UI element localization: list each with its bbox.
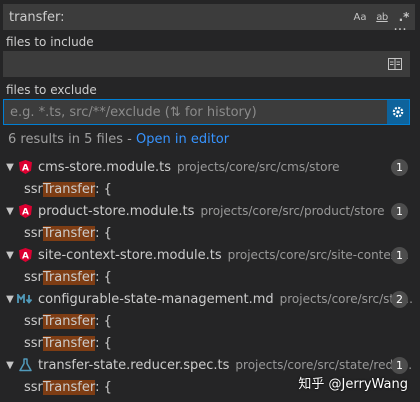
match-suffix: : { [95,269,112,285]
match-highlight: Transfer [42,313,96,329]
match-highlight: Transfer [42,181,96,197]
angular-icon: A [17,203,33,219]
angular-icon: A [17,247,33,263]
match-count-badge: 1 [391,357,408,374]
search-query[interactable]: transfer: [3,10,349,25]
chevron-down-icon[interactable]: ▼ [4,162,16,173]
whole-word-toggle[interactable]: ab [371,6,393,28]
gear-icon[interactable] [387,100,409,124]
results-tree: ▼ A cms-store.module.ts projects/core/sr… [0,156,420,398]
file-name: product-store.module.ts [38,203,195,219]
flask-icon [17,357,33,373]
book-icon[interactable] [384,54,406,74]
match-prefix: ssr [24,269,43,285]
match-count-badge: 2 [391,291,408,308]
results-count-text: 6 results in 5 files - [8,132,137,147]
svg-text:A: A [22,208,29,218]
results-summary: 6 results in 5 files - Open in editor [8,132,229,147]
file-path: projects/core/src/product/store [200,204,385,218]
match-count-badge: 1 [391,159,408,176]
match-suffix: : { [95,225,112,241]
match-suffix: : { [95,335,112,351]
match-suffix: : { [95,181,112,197]
file-result[interactable]: ▼ A cms-store.module.ts projects/core/sr… [0,156,420,178]
file-path: projects/core/src/state/redu... [235,358,413,372]
file-result[interactable]: ▼ configurable-state-management.md proje… [0,288,420,310]
chevron-down-icon[interactable]: ▼ [4,294,16,305]
match-count-badge: 1 [391,247,408,264]
match-line[interactable]: ssr Transfer: { [0,178,420,200]
open-in-editor-link[interactable]: Open in editor [136,132,229,147]
match-line[interactable]: ssr Transfer: { [0,332,420,354]
file-name: configurable-state-management.md [38,291,274,307]
file-path: projects/core/src/site-contex... [227,248,410,262]
match-highlight: Transfer [42,379,96,395]
watermark: 知乎 @JerryWang [298,377,408,392]
match-highlight: Transfer [42,225,96,241]
file-name: cms-store.module.ts [38,159,172,175]
svg-text:A: A [22,252,29,262]
search-input[interactable]: transfer: Aa ab .* [3,4,415,30]
chevron-down-icon[interactable]: ▼ [4,250,16,261]
markdown-icon [17,291,33,307]
file-name: site-context-store.module.ts [38,247,222,263]
match-prefix: ssr [24,335,43,351]
file-result[interactable]: ▼ A product-store.module.ts projects/cor… [0,200,420,222]
match-count-badge: 1 [391,203,408,220]
file-name: transfer-state.reducer.spec.ts [38,357,230,373]
match-prefix: ssr [24,225,43,241]
match-case-toggle[interactable]: Aa [349,6,371,28]
include-label: files to include [6,35,94,49]
angular-icon: A [17,159,33,175]
file-result[interactable]: ▼ A site-context-store.module.ts project… [0,244,420,266]
match-suffix: : { [95,379,112,395]
match-suffix: : { [95,313,112,329]
match-highlight: Transfer [42,269,96,285]
chevron-down-icon[interactable]: ▼ [4,206,16,217]
match-line[interactable]: ssr Transfer: { [0,222,420,244]
chevron-down-icon[interactable]: ▼ [4,360,16,371]
file-path: projects/core/src/cms/store [177,160,340,174]
exclude-label: files to exclude [6,83,97,97]
exclude-field[interactable]: e.g. *.ts, src/**/exclude (⇅ for history… [3,99,410,125]
match-line[interactable]: ssr Transfer: { [0,310,420,332]
match-highlight: Transfer [42,335,96,351]
match-line[interactable]: ssr Transfer: { [0,266,420,288]
match-prefix: ssr [24,379,43,395]
match-prefix: ssr [24,181,43,197]
svg-text:A: A [22,164,29,174]
more-options-icon[interactable]: ··· [390,23,410,40]
include-field[interactable] [3,51,410,77]
match-prefix: ssr [24,313,43,329]
exclude-placeholder[interactable]: e.g. *.ts, src/**/exclude (⇅ for history… [4,105,387,120]
